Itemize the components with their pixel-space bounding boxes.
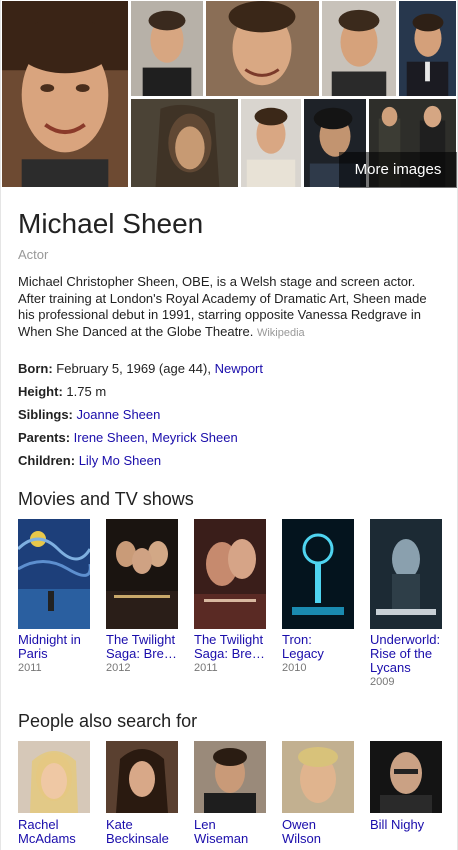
movie-year: 2011	[18, 662, 42, 674]
fact-height: Height: 1.75 m	[18, 380, 442, 403]
photo-thumb[interactable]	[205, 0, 320, 97]
movie-poster[interactable]	[370, 519, 442, 629]
more-images-button[interactable]: More images	[339, 152, 457, 188]
person-name-link[interactable]: Rachel McAdams	[18, 818, 91, 846]
fact-label: Height:	[18, 384, 63, 399]
movies-section-title: Movies and TV shows	[18, 489, 194, 509]
person-name-link[interactable]: Len Wiseman	[194, 818, 267, 846]
parent-link[interactable]: Irene Sheen,	[74, 430, 148, 445]
person-card[interactable]: Kate Beckinsale	[106, 741, 179, 846]
movie-year: 2010	[282, 662, 307, 674]
person-name-link[interactable]: Kate Beckinsale	[106, 818, 179, 846]
movie-year: 2011	[194, 662, 218, 674]
movie-card[interactable]: Tron: Legacy 2010	[282, 519, 355, 674]
facts-list: Born: February 5, 1969 (age 44), Newport…	[18, 357, 442, 472]
person-photo[interactable]	[282, 741, 354, 813]
fact-value: 1.75 m	[66, 384, 107, 399]
knowledge-panel: More images Michael Sheen Actor Michael …	[0, 0, 458, 850]
person-card[interactable]: Owen Wilson	[282, 741, 355, 846]
entity-title: Michael Sheen	[18, 208, 204, 239]
main-photo[interactable]	[1, 0, 129, 188]
person-name-link[interactable]: Bill Nighy	[370, 818, 443, 832]
movie-poster[interactable]	[282, 519, 354, 629]
wikipedia-source-link[interactable]: Wikipedia	[257, 327, 305, 339]
movie-title-link[interactable]: Underworld: Rise of the Lycans	[370, 633, 442, 675]
fact-label: Parents:	[18, 430, 71, 445]
parent-link[interactable]: Meyrick Sheen	[152, 430, 238, 445]
people-section-title: People also search for	[18, 711, 198, 731]
fact-siblings: Siblings: Joanne Sheen	[18, 403, 442, 426]
entity-type: Actor	[18, 247, 49, 262]
fact-label: Children:	[18, 453, 76, 468]
born-place-link[interactable]: Newport	[215, 361, 263, 376]
photo-thumb[interactable]	[130, 98, 239, 188]
person-card[interactable]: Rachel McAdams	[18, 741, 91, 846]
fact-value: February 5, 1969 (age 44),	[56, 361, 211, 376]
image-mosaic: More images	[1, 0, 457, 188]
person-photo[interactable]	[106, 741, 178, 813]
movie-poster[interactable]	[18, 519, 90, 629]
fact-parents: Parents: Irene Sheen, Meyrick Sheen	[18, 426, 442, 449]
movie-title-link[interactable]: Midnight in Paris	[18, 633, 90, 661]
person-card[interactable]: Len Wiseman	[194, 741, 267, 846]
movie-title-link[interactable]: Tron: Legacy	[282, 633, 354, 661]
sibling-link[interactable]: Joanne Sheen	[77, 407, 161, 422]
movie-poster[interactable]	[194, 519, 266, 629]
person-photo[interactable]	[194, 741, 266, 813]
fact-children: Children: Lily Mo Sheen	[18, 449, 442, 472]
fact-label: Born:	[18, 361, 53, 376]
person-photo[interactable]	[370, 741, 442, 813]
movie-year: 2012	[106, 662, 131, 674]
movie-card[interactable]: The Twilight Saga: Bre… 2012	[106, 519, 179, 674]
person-photo[interactable]	[18, 741, 90, 813]
photo-thumb[interactable]	[130, 0, 204, 97]
photo-thumb[interactable]	[240, 98, 302, 188]
movie-card[interactable]: Underworld: Rise of the Lycans 2009	[370, 519, 443, 688]
child-link[interactable]: Lily Mo Sheen	[79, 453, 161, 468]
photo-thumb[interactable]	[321, 0, 397, 97]
description-text: Michael Christopher Sheen, OBE, is a Wel…	[18, 274, 427, 339]
movie-card[interactable]: The Twilight Saga: Bre… 2011	[194, 519, 267, 674]
movie-year: 2009	[370, 676, 395, 688]
movie-poster[interactable]	[106, 519, 178, 629]
movie-card[interactable]: Midnight in Paris 2011	[18, 519, 91, 674]
movie-title-link[interactable]: The Twilight Saga: Bre…	[106, 633, 178, 661]
photo-thumb[interactable]	[398, 0, 457, 97]
fact-born: Born: February 5, 1969 (age 44), Newport	[18, 357, 442, 380]
person-name-link[interactable]: Owen Wilson	[282, 818, 355, 846]
entity-description: Michael Christopher Sheen, OBE, is a Wel…	[18, 274, 442, 341]
fact-label: Siblings:	[18, 407, 73, 422]
person-card[interactable]: Bill Nighy	[370, 741, 443, 832]
movie-title-link[interactable]: The Twilight Saga: Bre…	[194, 633, 266, 661]
